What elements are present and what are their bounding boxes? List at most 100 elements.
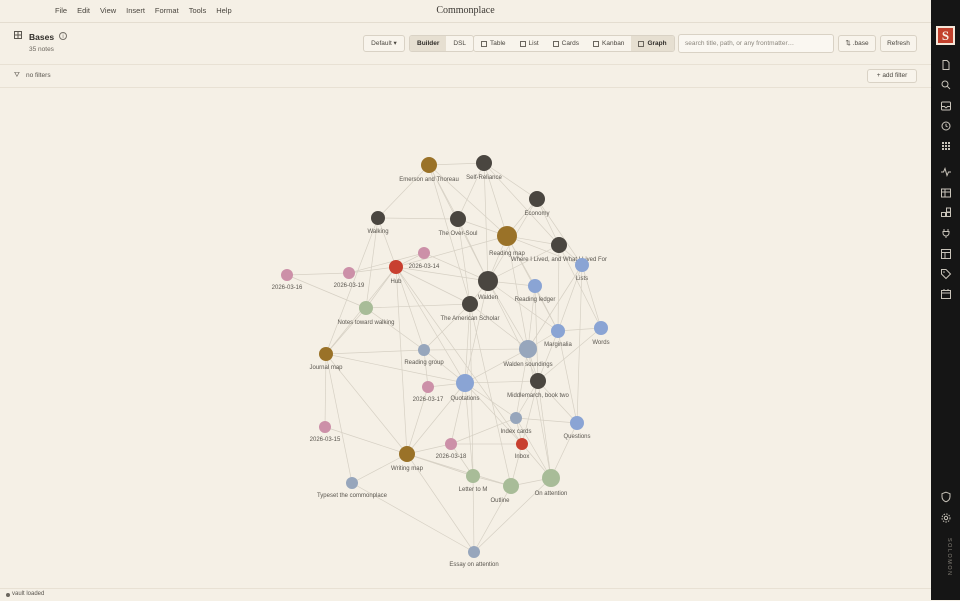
node-dot-hub[interactable]: [389, 260, 403, 274]
graph-node-d0317[interactable]: 2026-03-17: [413, 381, 444, 403]
builder-mode-button[interactable]: Builder: [410, 36, 447, 51]
gear-icon[interactable]: [940, 512, 952, 524]
calendar-icon[interactable]: [940, 288, 952, 300]
node-dot-typeset[interactable]: [346, 477, 358, 489]
menu-file[interactable]: File: [50, 0, 72, 22]
node-dot-questions[interactable]: [570, 416, 584, 430]
plug-icon[interactable]: [940, 227, 952, 239]
view-kanban-button[interactable]: Kanban: [586, 36, 631, 51]
node-dot-journal[interactable]: [319, 347, 333, 361]
view-graph-button[interactable]: Graph: [631, 36, 674, 51]
node-dot-d0319[interactable]: [343, 267, 355, 279]
node-dot-d0315[interactable]: [319, 421, 331, 433]
layout-icon[interactable]: [940, 248, 952, 260]
graph-node-where[interactable]: Where I Lived, and What I Lived For: [511, 237, 607, 263]
node-dot-scholar[interactable]: [462, 296, 478, 312]
node-dot-essay[interactable]: [468, 546, 480, 558]
node-dot-walking[interactable]: [371, 211, 385, 225]
node-dot-walden[interactable]: [478, 271, 498, 291]
graph-node-economy[interactable]: Economy: [524, 191, 550, 217]
node-dot-d0318[interactable]: [445, 438, 457, 450]
inbox-icon[interactable]: [940, 100, 952, 112]
graph-node-typeset[interactable]: Typeset the commonplace: [317, 477, 388, 499]
node-dot-letter[interactable]: [466, 469, 480, 483]
node-dot-words[interactable]: [594, 321, 608, 335]
graph-canvas[interactable]: Emerson and Thoreau Self-Reliance Economy W…: [0, 88, 931, 586]
node-dot-where[interactable]: [551, 237, 567, 253]
graph-node-inbox[interactable]: Inbox: [515, 438, 530, 460]
graph-node-readingmap[interactable]: Reading map: [489, 226, 526, 257]
file-icon[interactable]: [940, 59, 952, 71]
node-dot-d0317[interactable]: [422, 381, 434, 393]
view-switcher: Table List Cards Kanban Graph: [473, 35, 675, 52]
view-list-button[interactable]: List: [513, 36, 546, 51]
graph-node-essay[interactable]: Essay on attention: [449, 546, 499, 568]
refresh-button[interactable]: Refresh: [880, 35, 917, 52]
filter-bar: ⛛ no filters + add filter: [0, 65, 931, 88]
search-icon[interactable]: [940, 79, 952, 91]
node-dot-self[interactable]: [476, 155, 492, 171]
activity-icon[interactable]: [940, 166, 952, 178]
graph-node-walden[interactable]: Walden: [478, 271, 498, 301]
node-dot-d0314[interactable]: [418, 247, 430, 259]
node-dot-outline[interactable]: [503, 478, 519, 494]
menu-tools[interactable]: Tools: [184, 0, 212, 22]
menu-view[interactable]: View: [95, 0, 121, 22]
add-filter-button[interactable]: + add filter: [867, 69, 917, 83]
search-input[interactable]: [678, 34, 834, 53]
graph-node-lists[interactable]: Lists: [575, 258, 589, 282]
graph-svg[interactable]: Emerson and Thoreau Self-Reliance Economy W…: [0, 88, 931, 586]
shield-icon[interactable]: [940, 491, 952, 503]
node-dot-d0316[interactable]: [281, 269, 293, 281]
graph-node-self[interactable]: Self-Reliance: [466, 155, 503, 181]
tag-icon[interactable]: [940, 268, 952, 280]
graph-node-ledger[interactable]: Reading ledger: [515, 279, 556, 303]
graph-node-notes[interactable]: Notes toward walking: [337, 301, 395, 326]
graph-node-questions[interactable]: Questions: [563, 416, 591, 440]
app-logo[interactable]: S: [936, 26, 955, 45]
default-view-dropdown[interactable]: Default ▾: [363, 35, 405, 52]
node-dot-index[interactable]: [510, 412, 522, 424]
node-dot-soundings[interactable]: [519, 340, 537, 358]
graph-node-group[interactable]: Reading group: [404, 344, 444, 366]
menu-edit[interactable]: Edit: [72, 0, 95, 22]
graph-node-d0315[interactable]: 2026-03-15: [310, 421, 341, 443]
view-cards-button[interactable]: Cards: [546, 36, 586, 51]
graph-node-middlemarch[interactable]: Middlemarch, book two: [507, 373, 570, 399]
node-dot-notes[interactable]: [359, 301, 373, 315]
grid-icon[interactable]: [940, 140, 952, 152]
node-dot-writingmap[interactable]: [399, 446, 415, 462]
info-icon[interactable]: i: [59, 32, 67, 40]
blocks-icon[interactable]: [940, 207, 952, 219]
graph-node-hub[interactable]: Hub: [389, 260, 403, 285]
node-dot-economy[interactable]: [529, 191, 545, 207]
graph-node-journal[interactable]: Journal map: [309, 347, 343, 371]
node-dot-middlemarch[interactable]: [530, 373, 546, 389]
graph-node-d0318[interactable]: 2026-03-18: [436, 438, 467, 460]
graph-node-attention[interactable]: On attention: [535, 469, 568, 497]
history-icon[interactable]: [940, 120, 952, 132]
graph-edge-ledger-marginalia: [534, 285, 559, 332]
node-dot-group[interactable]: [418, 344, 430, 356]
graph-node-walking[interactable]: Walking: [367, 211, 389, 235]
node-dot-ledger[interactable]: [528, 279, 542, 293]
node-dot-marginalia[interactable]: [551, 324, 565, 338]
node-dot-oversoul[interactable]: [450, 211, 466, 227]
node-dot-readingmap[interactable]: [497, 226, 517, 246]
table-icon[interactable]: [940, 187, 952, 199]
node-dot-inbox[interactable]: [516, 438, 528, 450]
menu-help[interactable]: Help: [211, 0, 236, 22]
view-table-button[interactable]: Table: [474, 36, 513, 51]
menu-format[interactable]: Format: [150, 0, 184, 22]
base-file-button[interactable]: ⇅ .base: [838, 35, 876, 52]
node-dot-quotations[interactable]: [456, 374, 474, 392]
menu-insert[interactable]: Insert: [121, 0, 150, 22]
node-dot-attention[interactable]: [542, 469, 560, 487]
graph-edge-scholar-group: [423, 303, 471, 351]
graph-node-marginalia[interactable]: Marginalia: [544, 324, 572, 348]
node-dot-lists[interactable]: [575, 258, 589, 272]
graph-node-writingmap[interactable]: Writing map: [391, 446, 424, 472]
dsl-mode-button[interactable]: DSL: [446, 36, 473, 51]
graph-node-emerson[interactable]: Emerson and Thoreau: [399, 157, 459, 183]
node-dot-emerson[interactable]: [421, 157, 437, 173]
